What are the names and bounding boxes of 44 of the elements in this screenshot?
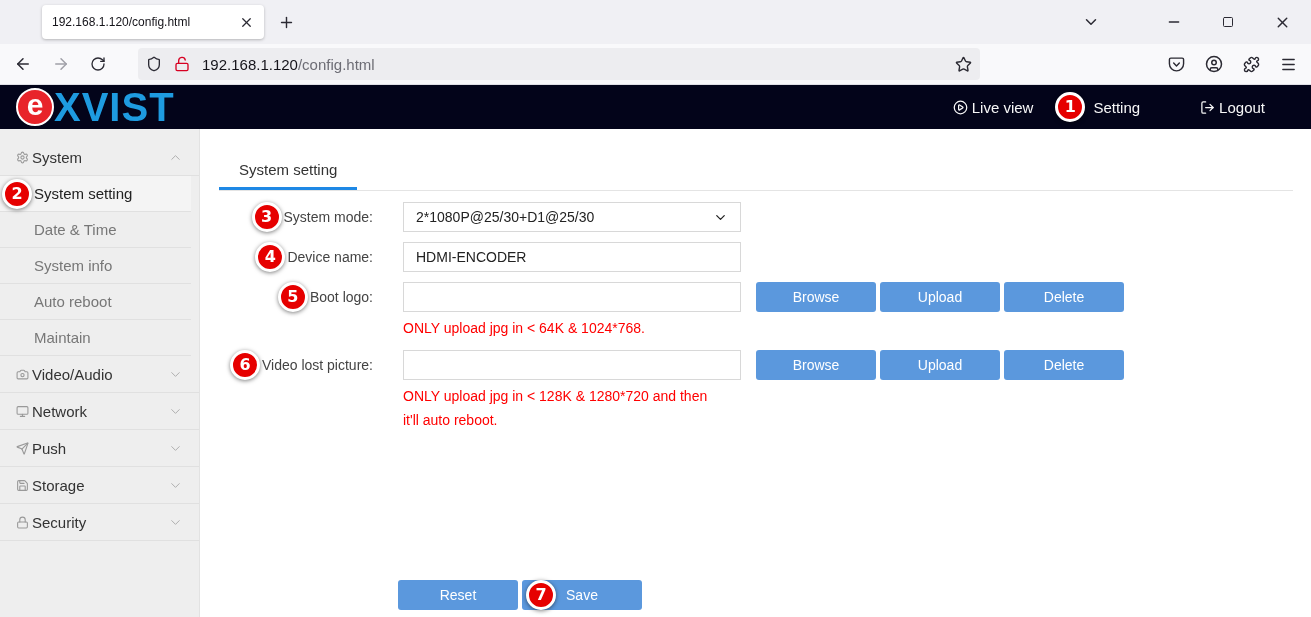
sidebar-group[interactable]: Security — [0, 504, 199, 541]
callout-badge: 1 — [1055, 92, 1086, 122]
logo: e XVIST — [16, 87, 175, 127]
tab[interactable]: System setting — [219, 151, 358, 190]
field-label: Device name: — [287, 249, 373, 265]
field-label: Boot logo: — [309, 289, 373, 305]
lock-icon — [16, 515, 29, 529]
hint-text: it'll auto reboot. — [403, 411, 499, 430]
file-path-field[interactable] — [403, 350, 741, 380]
star-icon[interactable] — [955, 55, 972, 73]
settings-icon — [16, 150, 29, 164]
hint-text: ONLY upload jpg in < 64K & 1024*768. — [403, 319, 646, 338]
tab-title: 192.168.1.120/config.html — [52, 15, 191, 29]
field-label: System mode: — [283, 209, 373, 225]
nav-link[interactable]: Logout — [1200, 98, 1265, 116]
unlocked-padlock-icon[interactable] — [174, 56, 190, 72]
hint-text: ONLY upload jpg in < 128K & 1280*720 and then — [403, 387, 709, 406]
sidebar-group[interactable]: Push — [0, 430, 199, 467]
nav-link[interactable]: Setting — [1093, 98, 1141, 116]
camera-icon — [16, 367, 29, 381]
reload-icon[interactable] — [90, 56, 106, 72]
browser-tab[interactable]: 192.168.1.120/config.html — [42, 5, 264, 39]
sidebar-item[interactable]: Maintain — [0, 320, 191, 356]
puzzle-icon[interactable] — [1243, 55, 1260, 73]
sidebar-group[interactable]: Video/Audio — [0, 356, 199, 393]
back-icon[interactable] — [14, 55, 32, 73]
sidebar-item[interactable]: Auto reboot — [0, 284, 191, 320]
sidebar-group[interactable]: Storage — [0, 467, 199, 504]
shield-icon[interactable] — [146, 56, 162, 72]
sidebar-item[interactable]: System info — [0, 248, 191, 284]
pocket-icon[interactable] — [1168, 55, 1185, 73]
account-icon[interactable] — [1205, 55, 1223, 73]
file-path-field[interactable] — [403, 282, 741, 312]
nav-link[interactable]: Live view — [952, 98, 1034, 116]
monitor-icon — [16, 404, 29, 418]
mode-select[interactable]: 2*1080P@25/30+D1@25/30 — [403, 202, 741, 232]
send-icon — [16, 441, 29, 455]
field-label: Video lost picture: — [261, 357, 373, 373]
sidebar-item[interactable]: Date & Time — [0, 212, 191, 248]
sidebar-group[interactable]: Network — [0, 393, 199, 430]
logout-icon — [1200, 99, 1216, 115]
maximize-icon[interactable] — [1222, 16, 1234, 28]
play-icon — [952, 99, 968, 115]
input-field[interactable]: HDMI-ENCODER — [403, 242, 741, 272]
